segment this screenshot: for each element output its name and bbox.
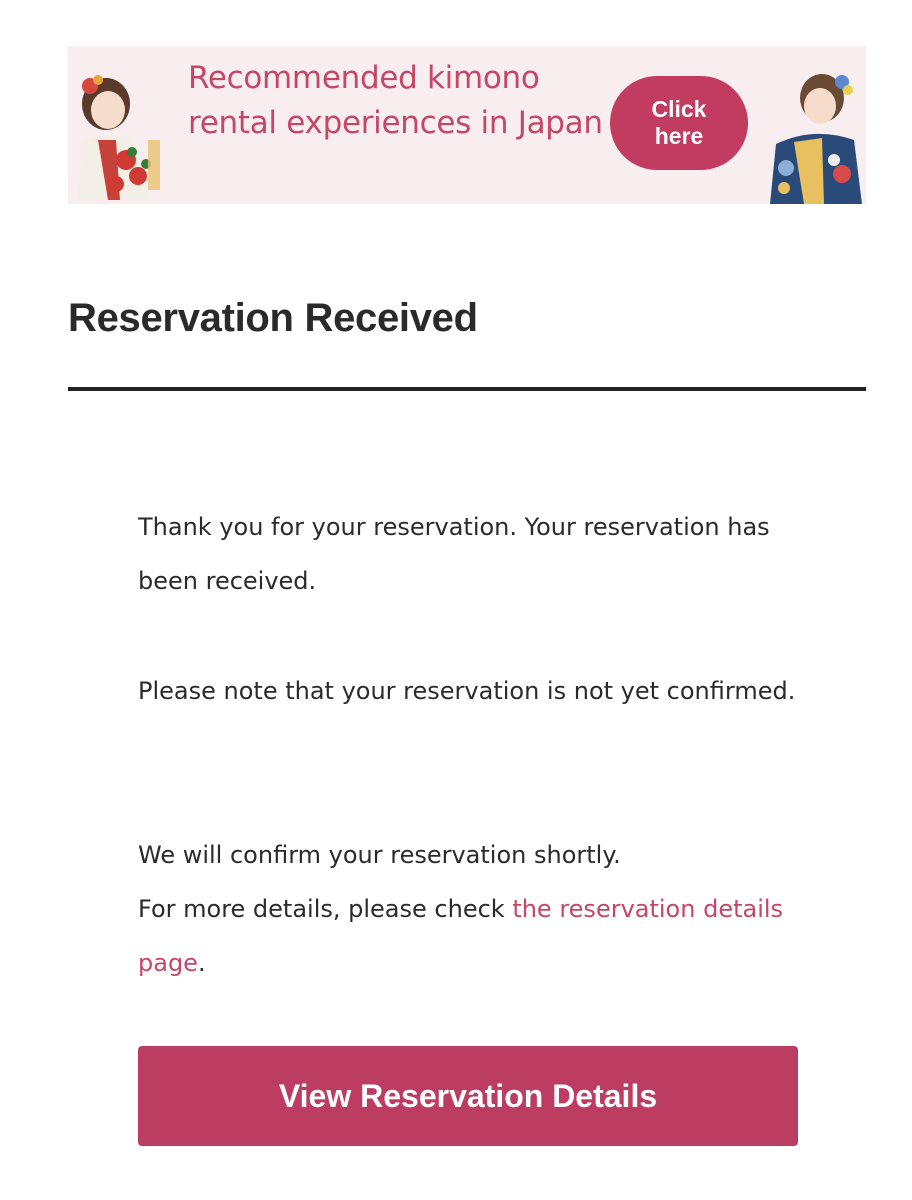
- click-here-label-line2: here: [654, 123, 704, 149]
- view-reservation-details-button[interactable]: View Reservation Details: [138, 1046, 798, 1146]
- page-title: Reservation Received: [68, 296, 478, 340]
- confirm-shortly-text: We will confirm your reservation shortly…: [138, 841, 621, 869]
- kimono-woman-illustration-right: [770, 74, 862, 204]
- banner-headline: Recommended kimono rental experiences in…: [188, 60, 603, 141]
- thank-you-message: Thank you for your reservation. Your res…: [138, 513, 770, 595]
- click-here-label-line1: Click: [651, 96, 707, 122]
- kimono-rental-banner[interactable]: Recommended kimono rental experiences in…: [68, 46, 866, 204]
- title-divider: [68, 387, 866, 391]
- details-prefix-text: For more details, please check: [138, 895, 513, 923]
- click-here-button[interactable]: Click here: [610, 76, 748, 170]
- details-suffix-text: .: [197, 949, 206, 977]
- kimono-woman-illustration-left: [78, 75, 160, 200]
- not-confirmed-notice: Please note that your reservation is not…: [138, 677, 796, 705]
- details-message: We will confirm your reservation shortly…: [138, 828, 818, 990]
